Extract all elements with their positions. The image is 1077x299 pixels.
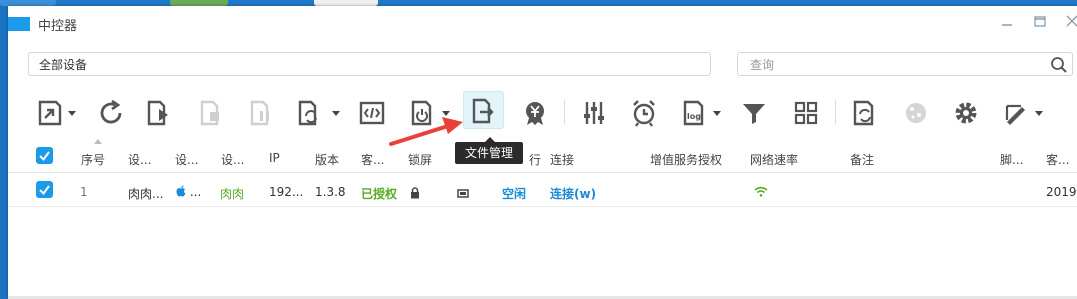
- yuan-icon[interactable]: [520, 98, 550, 128]
- log-icon[interactable]: log: [680, 98, 710, 128]
- stop-script-icon: [200, 100, 219, 126]
- controller-window: 中控器 全部设备 查询 log 文件管理 序号 设... 设... 设... I…: [8, 6, 1077, 299]
- lock-icon[interactable]: [410, 187, 420, 199]
- column-header[interactable]: 设...: [221, 151, 244, 168]
- sort-indicator-icon: [94, 139, 102, 144]
- svg-text:log: log: [687, 112, 701, 121]
- column-header[interactable]: 序号: [81, 151, 105, 168]
- pen-tool-icon[interactable]: [1002, 98, 1032, 128]
- version: 1.3.8: [315, 185, 346, 199]
- column-header[interactable]: 备注: [850, 151, 874, 168]
- import-icon[interactable]: [36, 98, 66, 128]
- select-all-checkbox[interactable]: [36, 147, 53, 164]
- device-group-select[interactable]: 全部设备: [28, 52, 711, 76]
- toolbar-divider: [835, 100, 836, 124]
- ip-address: 192...: [269, 185, 304, 199]
- column-header[interactable]: 脚...: [1000, 151, 1023, 168]
- device-group: 肉肉: [220, 187, 245, 201]
- column-header[interactable]: 行: [529, 151, 541, 168]
- row-checkbox[interactable]: [36, 181, 53, 198]
- funnel-icon[interactable]: [739, 98, 769, 128]
- column-header[interactable]: 客...: [361, 151, 384, 168]
- grid-icon[interactable]: [791, 98, 821, 128]
- column-header[interactable]: 锁屏: [408, 151, 432, 168]
- annotation-arrow: [389, 117, 463, 146]
- search-icon[interactable]: [1050, 56, 1068, 74]
- close-button[interactable]: [1064, 14, 1077, 30]
- app-logo-icon: [8, 17, 30, 31]
- window-title: 中控器: [38, 19, 78, 34]
- chevron-down-icon[interactable]: [1035, 111, 1043, 116]
- client-status: 已授权: [361, 187, 398, 201]
- power-icon[interactable]: [408, 98, 438, 128]
- column-header[interactable]: 版本: [315, 151, 339, 168]
- device-name[interactable]: 肉肉...: [128, 185, 163, 202]
- pause-script-icon: [250, 100, 269, 126]
- apple-icon: [176, 185, 186, 197]
- device-os: ...: [189, 185, 202, 199]
- gear-icon[interactable]: [951, 98, 981, 128]
- column-header[interactable]: 客...: [1046, 151, 1069, 168]
- minimize-button[interactable]: [999, 14, 1015, 30]
- title-bar: 中控器: [8, 6, 1077, 40]
- column-header[interactable]: 设...: [175, 151, 198, 168]
- chevron-down-icon[interactable]: [68, 111, 76, 116]
- client-date: 2019: [1046, 185, 1077, 199]
- connect-link[interactable]: 连接(w): [550, 185, 596, 202]
- header-divider: [8, 172, 1077, 173]
- tooltip: 文件管理: [455, 137, 523, 164]
- code-icon[interactable]: [357, 98, 387, 128]
- column-header[interactable]: 连接: [550, 151, 574, 168]
- alarm-clock-icon[interactable]: [629, 98, 659, 128]
- screen-icon[interactable]: [457, 189, 469, 198]
- column-header[interactable]: 增值服务授权: [650, 151, 722, 168]
- column-header[interactable]: 网络速率: [750, 151, 798, 168]
- equalizer-icon[interactable]: [579, 98, 609, 128]
- cookie-icon: [906, 103, 926, 123]
- maximize-button[interactable]: [1032, 14, 1048, 30]
- refresh-icon[interactable]: [96, 98, 126, 128]
- column-header[interactable]: 设...: [128, 151, 151, 168]
- chevron-down-icon[interactable]: [332, 111, 340, 116]
- file-manage-icon[interactable]: [469, 96, 499, 126]
- run-status: 空闲: [502, 187, 527, 201]
- wifi-icon: [754, 186, 768, 197]
- search-input[interactable]: [748, 56, 1042, 74]
- play-script-icon[interactable]: [144, 98, 174, 128]
- sync-script-icon[interactable]: [295, 98, 325, 128]
- device-os-cell: ...: [176, 185, 201, 199]
- row-index: 1: [80, 185, 88, 199]
- search-box: [737, 52, 1073, 76]
- transfer-icon[interactable]: [850, 98, 880, 128]
- chevron-down-icon[interactable]: [442, 111, 450, 116]
- row-divider: [8, 206, 1077, 207]
- chevron-down-icon[interactable]: [713, 111, 721, 116]
- column-header[interactable]: IP: [269, 151, 280, 165]
- toolbar-divider: [564, 100, 565, 124]
